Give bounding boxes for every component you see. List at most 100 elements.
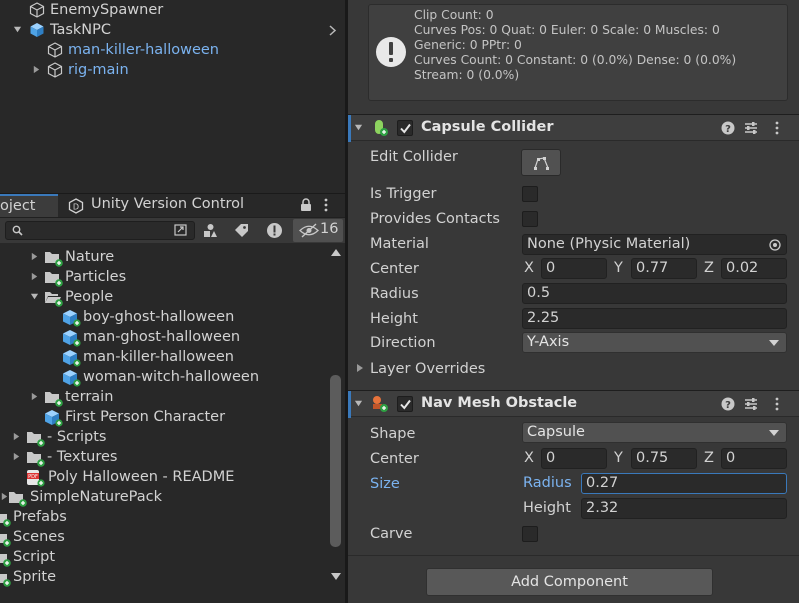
hierarchy-item-man-killer[interactable]: man-killer-halloween <box>0 40 345 60</box>
folder-item-prefabs[interactable]: Prefabs <box>0 507 330 527</box>
object-picker-icon[interactable] <box>769 239 781 251</box>
label-tag-icon[interactable] <box>234 223 249 238</box>
obstacle-center-y-field[interactable]: 0.75 <box>631 448 697 469</box>
obstacle-height-label[interactable]: Height <box>523 498 571 519</box>
folder-icon <box>45 392 63 407</box>
folder-item-people[interactable]: People <box>0 287 330 307</box>
hierarchy-item-label: rig-main <box>68 62 129 78</box>
asset-item-readme[interactable]: PDF Poly Halloween - README <box>0 467 330 487</box>
collapse-arrow-icon[interactable] <box>32 65 41 74</box>
nav-mesh-obstacle-enabled-checkbox[interactable] <box>397 396 413 412</box>
folder-item-terrain[interactable]: terrain <box>0 387 330 407</box>
info-line: Stream: 0 (0.0%) <box>414 68 520 82</box>
folder-item-nature[interactable]: Nature <box>0 247 330 267</box>
asset-label: woman-witch-halloween <box>83 369 260 385</box>
obstacle-radius-label[interactable]: Radius <box>523 473 572 494</box>
obstacle-center-z-value: 0 <box>726 450 736 466</box>
layer-overrides-label[interactable]: Layer Overrides <box>370 358 485 380</box>
obstacle-center-y-label[interactable]: Y <box>614 448 623 469</box>
radius-field[interactable]: 0.5 <box>522 283 787 304</box>
filter-by-type-icon[interactable] <box>203 223 218 238</box>
lock-icon[interactable] <box>300 198 312 212</box>
folder-item-scenes[interactable]: Scenes <box>0 527 330 547</box>
asset-item-boy-ghost[interactable]: boy-ghost-halloween <box>0 307 330 327</box>
folder-label: terrain <box>65 389 114 405</box>
obstacle-center-z-field[interactable]: 0 <box>721 448 787 469</box>
material-object-field[interactable]: None (Physic Material) <box>522 234 787 255</box>
direction-dropdown[interactable]: Y-Axis <box>522 332 787 353</box>
folder-item-scripts[interactable]: - Scripts <box>0 427 330 447</box>
foldout-arrow-icon[interactable] <box>354 123 363 132</box>
collapse-arrow-icon[interactable] <box>12 452 21 461</box>
folder-icon <box>0 534 11 547</box>
height-field[interactable]: 2.25 <box>522 308 787 329</box>
hierarchy-item-rig-main[interactable]: rig-main <box>0 60 345 80</box>
radius-label[interactable]: Radius <box>370 283 419 305</box>
obstacle-center-y-value: 0.75 <box>636 450 669 466</box>
capsule-collider-header[interactable]: Capsule Collider ? <box>348 114 799 142</box>
center-z-field[interactable]: 0.02 <box>721 258 787 279</box>
obstacle-radius-field[interactable]: 0.27 <box>581 473 787 494</box>
foldout-arrow-icon[interactable] <box>354 399 363 408</box>
center-x-field[interactable]: 0 <box>541 258 607 279</box>
collapse-arrow-icon[interactable] <box>30 252 39 261</box>
carve-checkbox[interactable] <box>522 526 538 542</box>
preset-sliders-icon[interactable] <box>744 397 758 411</box>
search-input[interactable] <box>5 221 195 240</box>
center-z-value: 0.02 <box>726 260 759 276</box>
folder-item-particles[interactable]: Particles <box>0 267 330 287</box>
folder-item-textures[interactable]: - Textures <box>0 447 330 467</box>
search-by-type-icon[interactable] <box>174 224 188 237</box>
center-y-field[interactable]: 0.77 <box>631 258 697 279</box>
obstacle-height-field[interactable]: 2.32 <box>581 498 787 519</box>
scroll-up-icon[interactable] <box>331 249 341 256</box>
expand-arrow-icon[interactable] <box>30 292 39 301</box>
asset-item-woman-witch[interactable]: woman-witch-halloween <box>0 367 330 387</box>
nav-mesh-obstacle-header[interactable]: Nav Mesh Obstacle ? <box>348 390 799 418</box>
project-scrollbar[interactable] <box>329 243 343 588</box>
asset-item-man-ghost[interactable]: man-ghost-halloween <box>0 327 330 347</box>
folder-label: - Scripts <box>47 429 107 445</box>
scrollbar-thumb[interactable] <box>330 375 341 547</box>
hierarchy-item-enemyspawner[interactable]: EnemySpawner <box>0 0 345 20</box>
add-component-button[interactable]: Add Component <box>426 568 713 596</box>
obstacle-center-x-label[interactable]: X <box>524 448 534 469</box>
obstacle-height-value: 2.32 <box>586 500 619 516</box>
warning-filter-icon[interactable] <box>266 222 283 239</box>
edit-collider-button[interactable] <box>521 149 561 176</box>
expand-arrow-icon[interactable] <box>13 25 22 34</box>
center-x-label[interactable]: X <box>524 258 534 279</box>
obstacle-center-z-label[interactable]: Z <box>704 448 714 469</box>
obstacle-center-x-field[interactable]: 0 <box>541 448 607 469</box>
project-tab-bar: oject D Unity Version Control <box>0 193 345 218</box>
help-icon[interactable]: ? <box>721 121 735 135</box>
scroll-down-icon[interactable] <box>331 573 341 580</box>
asset-item-first-person[interactable]: First Person Character <box>0 407 330 427</box>
is-trigger-checkbox[interactable] <box>522 186 538 202</box>
tab-project[interactable]: oject <box>0 194 58 218</box>
component-menu-icon[interactable] <box>774 397 780 411</box>
folder-item-simplenaturepack[interactable]: SimpleNaturePack <box>0 487 330 507</box>
layer-overrides-foldout-icon[interactable] <box>356 363 364 373</box>
kebab-menu-icon[interactable] <box>323 198 329 212</box>
tab-unity-version-control[interactable]: D Unity Version Control <box>60 194 260 218</box>
folder-item-script[interactable]: Script <box>0 547 330 567</box>
hierarchy-item-tasknpc[interactable]: TaskNPC <box>0 20 345 40</box>
folder-icon <box>0 514 11 527</box>
chevron-right-icon[interactable] <box>329 25 337 36</box>
capsule-collider-enabled-checkbox[interactable] <box>397 120 413 136</box>
folder-item-sprite[interactable]: Sprite <box>0 567 330 587</box>
collapse-arrow-icon[interactable] <box>30 272 39 281</box>
collapse-arrow-icon[interactable] <box>12 432 21 441</box>
hidden-packages-toggle[interactable]: 16 <box>293 219 343 242</box>
center-z-label[interactable]: Z <box>704 258 714 279</box>
height-label[interactable]: Height <box>370 308 418 330</box>
collapse-arrow-icon[interactable] <box>30 392 39 401</box>
provides-contacts-checkbox[interactable] <box>522 211 538 227</box>
shape-dropdown[interactable]: Capsule <box>522 422 787 443</box>
asset-item-man-killer[interactable]: man-killer-halloween <box>0 347 330 367</box>
help-icon[interactable]: ? <box>721 397 735 411</box>
component-menu-icon[interactable] <box>774 121 780 135</box>
center-y-label[interactable]: Y <box>614 258 623 279</box>
preset-sliders-icon[interactable] <box>744 121 758 135</box>
